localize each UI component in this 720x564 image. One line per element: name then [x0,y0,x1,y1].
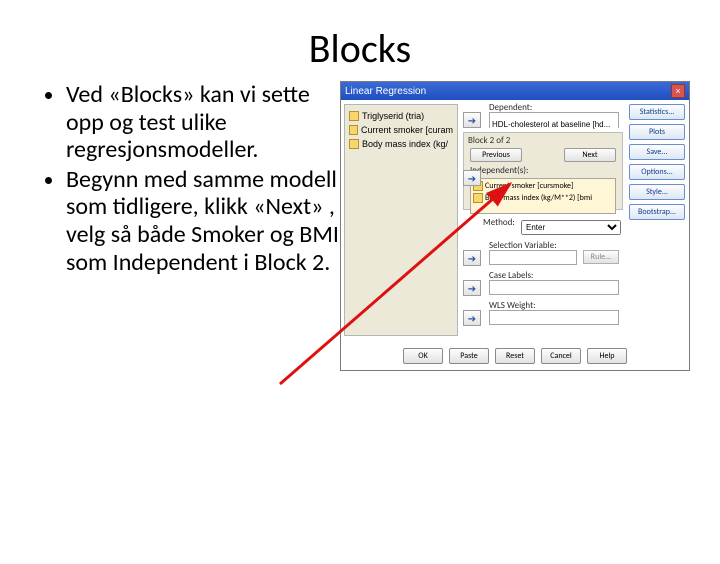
rule-button[interactable]: Rule... [583,250,619,264]
move-to-independent-button[interactable]: ➔ [463,170,481,186]
scale-var-icon [349,111,359,121]
bootstrap-button[interactable]: Bootstrap... [629,204,685,220]
previous-block-button[interactable]: Previous [470,148,522,162]
variable-list-pane[interactable]: Triglyserid (tria) Current smoker [curam… [344,104,458,336]
wls-weight-field[interactable] [489,310,619,325]
bullet-item: Begynn med samme modell som tidligere, k… [66,166,344,276]
style-button[interactable]: Style... [629,184,685,200]
selection-variable-field[interactable] [489,250,577,265]
method-select-wrap[interactable]: Enter [521,216,621,231]
dependent-field[interactable] [489,112,619,128]
independent-list[interactable]: Current smoker [cursmoke] Body mass inde… [470,178,616,214]
variable-item[interactable]: Body mass index (kg/ [349,137,453,151]
case-labels-field[interactable] [489,280,619,295]
scale-var-icon [349,139,359,149]
slide-title: Blocks [0,24,720,73]
variable-item[interactable]: Triglyserid (tria) [349,109,453,123]
dialog-screenshot: Linear Regression × Triglyserid (tria) C… [340,81,690,371]
dialog-title: Linear Regression [345,86,426,97]
variable-item[interactable]: Current smoker [curam [349,123,453,137]
independent-item[interactable]: Body mass index (kg/M**2) [bmi [473,192,613,204]
independent-label: Independent(s): [464,165,622,176]
block-frame: Block 2 of 2 Previous Next Independent(s… [463,132,623,210]
independent-item[interactable]: Current smoker [cursmoke] [473,180,613,192]
bullet-list: Ved «Blocks» kan vi sette opp og test ul… [44,81,344,278]
block-counter-label: Block 2 of 2 [464,133,622,148]
scale-var-icon [349,125,358,135]
dialog-titlebar: Linear Regression × [341,82,689,100]
side-button-column: Statistics... Plots Save... Options... S… [629,104,685,220]
bullet-item: Ved «Blocks» kan vi sette opp og test ul… [66,81,344,164]
move-to-selection-button[interactable]: ➔ [463,250,481,266]
move-to-dependent-button[interactable]: ➔ [463,112,481,128]
move-to-caselabels-button[interactable]: ➔ [463,280,481,296]
statistics-button[interactable]: Statistics... [629,104,685,120]
method-label: Method: [483,217,515,228]
dependent-input[interactable] [490,118,618,132]
paste-button[interactable]: Paste [449,348,489,364]
move-to-wls-button[interactable]: ➔ [463,310,481,326]
plots-button[interactable]: Plots [629,124,685,140]
next-block-button[interactable]: Next [564,148,616,162]
options-button[interactable]: Options... [629,164,685,180]
close-icon[interactable]: × [671,84,685,98]
help-button[interactable]: Help [587,348,627,364]
method-select[interactable]: Enter [521,220,621,235]
dialog-bottom-buttons: OK Paste Reset Cancel Help [341,346,689,366]
ok-button[interactable]: OK [403,348,443,364]
reset-button[interactable]: Reset [495,348,535,364]
scale-var-icon [473,193,483,203]
cancel-button[interactable]: Cancel [541,348,581,364]
save-button[interactable]: Save... [629,144,685,160]
